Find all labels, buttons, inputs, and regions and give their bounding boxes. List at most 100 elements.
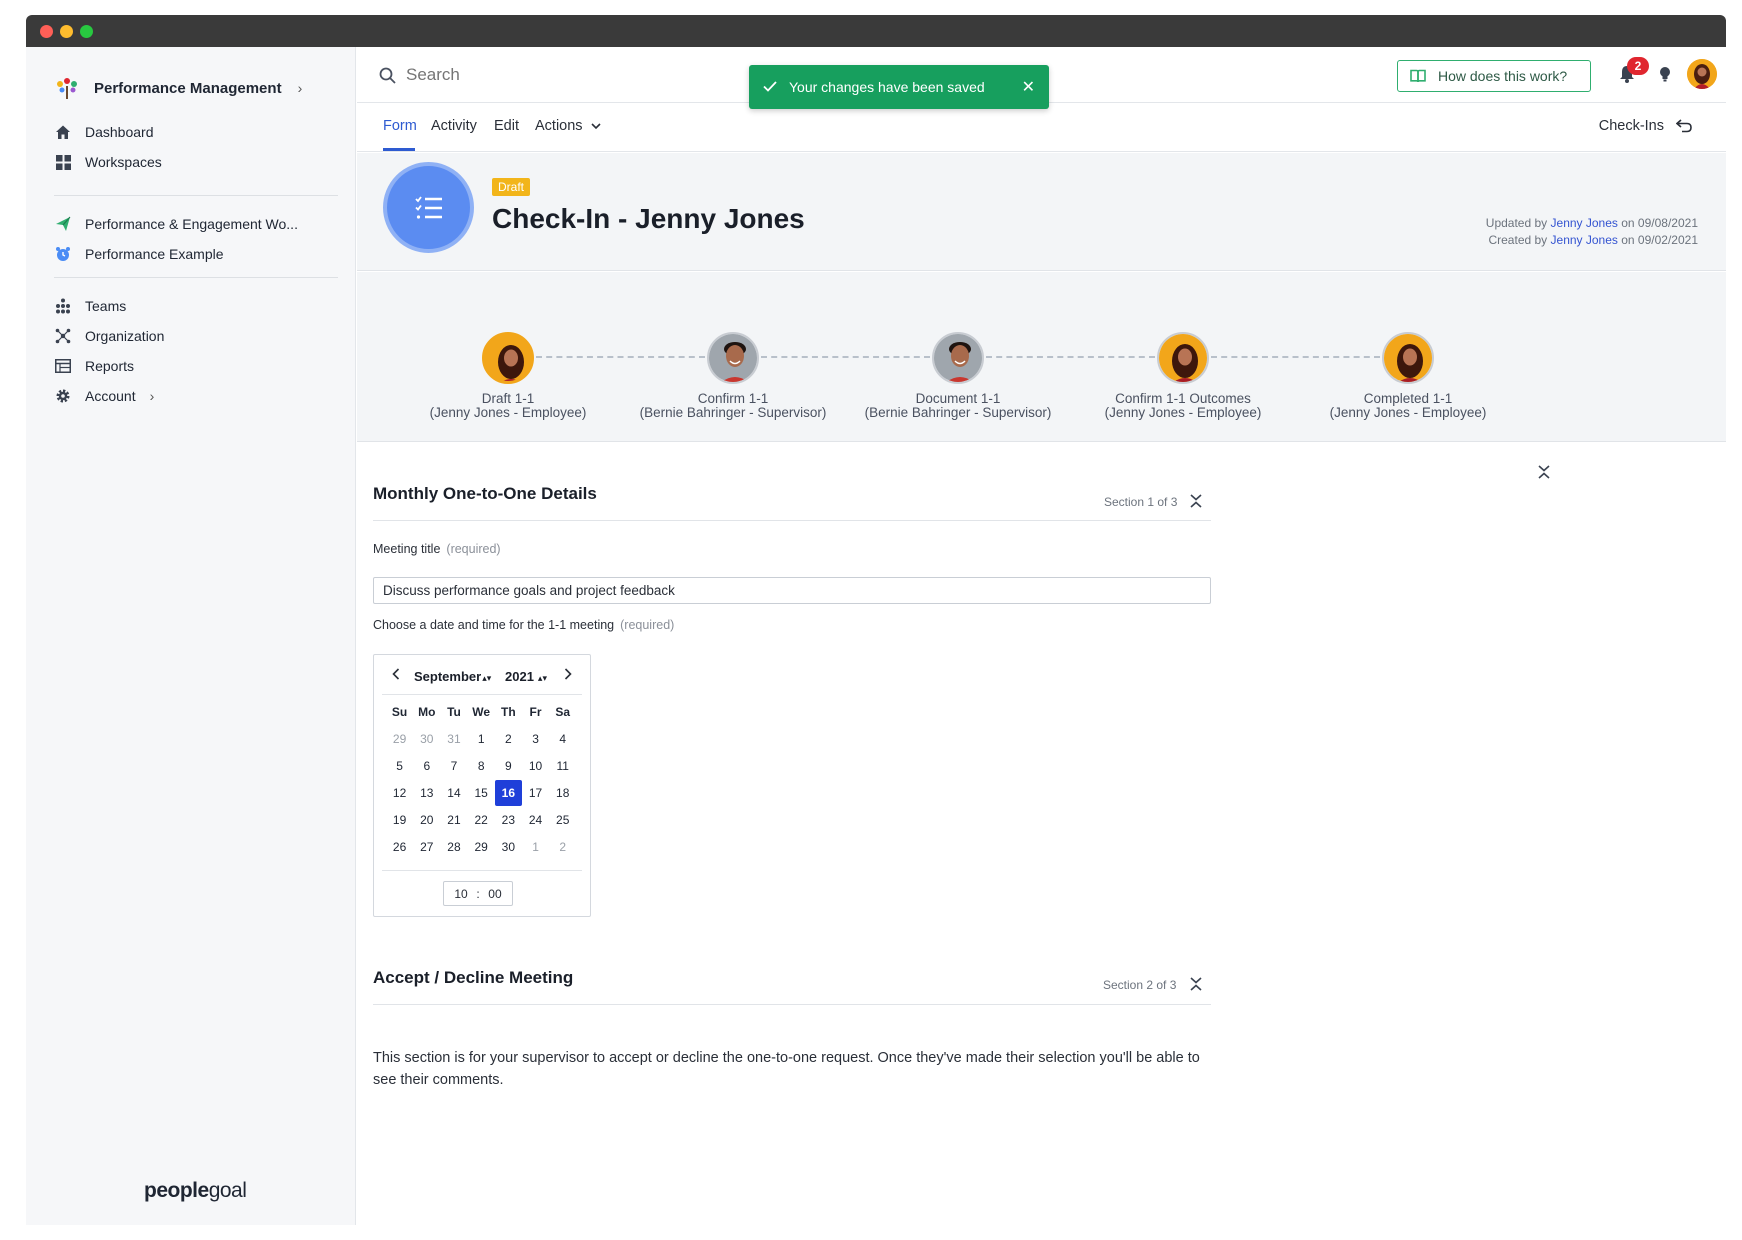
maximize-window-button[interactable] (80, 25, 93, 38)
step-assignee: (Jenny Jones - Employee) (429, 405, 587, 420)
sort-arrows-icon: ▴▾ (482, 673, 492, 683)
search-box[interactable] (379, 65, 606, 85)
calendar-day[interactable]: 19 (386, 807, 413, 833)
chevron-right-icon: › (149, 388, 155, 404)
calendar-day[interactable]: 28 (440, 834, 467, 860)
calendar-divider (382, 870, 582, 871)
hour-input[interactable]: 10 (454, 887, 467, 901)
user-avatar[interactable] (1687, 59, 1717, 89)
selected-day[interactable]: 16 (494, 779, 522, 806)
sidebar-item-organization[interactable]: Organization (54, 321, 164, 351)
active-tab-indicator (383, 148, 415, 151)
minimize-window-button[interactable] (60, 25, 73, 38)
calendar-day[interactable]: 21 (440, 807, 467, 833)
calendar-day[interactable]: 7 (440, 753, 467, 779)
organization-icon (54, 327, 72, 345)
step-label: Draft 1-1 (Jenny Jones - Employee) (388, 392, 628, 420)
calendar-day[interactable]: 18 (549, 780, 576, 806)
calendar-day[interactable]: 1 (522, 834, 549, 860)
alarm-clock-icon (54, 245, 72, 263)
sidebar-divider (54, 195, 338, 196)
workspace-nav: Performance & Engagement Wo... Performan… (54, 209, 298, 269)
calendar-day[interactable]: 31 (440, 726, 467, 752)
calendar-day[interactable]: 20 (413, 807, 440, 833)
collapse-all-icon[interactable] (1538, 465, 1550, 484)
tab-form[interactable]: Form (383, 118, 417, 134)
close-icon[interactable]: ✕ (1022, 77, 1035, 97)
calendar-day[interactable]: 4 (549, 726, 576, 752)
year-select[interactable]: 2021 ▴▾ (505, 669, 547, 684)
wordmark-part: goal (208, 1179, 247, 1202)
lightbulb-icon[interactable] (1659, 66, 1671, 87)
year-value: 2021 (505, 669, 534, 684)
calendar-day[interactable]: 5 (386, 753, 413, 779)
check-ins-back-link[interactable]: Check-Ins (1599, 118, 1692, 134)
calendar-day[interactable]: 12 (386, 780, 413, 806)
peoplegoal-wordmark: peoplegoal (144, 1179, 247, 1203)
close-window-button[interactable] (40, 25, 53, 38)
created-by-link[interactable]: Jenny Jones (1551, 233, 1618, 247)
time-input[interactable]: 10 : 00 (443, 881, 513, 906)
step-avatar (707, 332, 759, 384)
collapse-section-icon[interactable] (1190, 977, 1202, 996)
how-does-this-work-button[interactable]: How does this work? (1397, 60, 1591, 92)
calendar-day[interactable]: 22 (468, 807, 495, 833)
sidebar-item-performance-example[interactable]: Performance Example (54, 239, 298, 269)
tab-edit[interactable]: Edit (494, 118, 519, 134)
calendar-day[interactable]: 30 (413, 726, 440, 752)
record-meta: Updated by Jenny Jones on 09/08/2021 Cre… (1486, 215, 1698, 249)
app-switcher[interactable]: Performance Management › (54, 75, 302, 101)
required-indicator: (required) (620, 618, 675, 632)
calendar-day[interactable]: 15 (468, 780, 495, 806)
calendar-day[interactable]: 2 (495, 726, 522, 752)
sidebar-item-workspaces[interactable]: Workspaces (54, 147, 162, 177)
calendar-day[interactable]: 10 (522, 753, 549, 779)
weekday-label: Mo (418, 704, 436, 719)
calendar-day[interactable]: 23 (495, 807, 522, 833)
calendar-day[interactable]: 6 (413, 753, 440, 779)
search-input[interactable] (406, 65, 606, 85)
sidebar-item-reports[interactable]: Reports (54, 351, 164, 381)
calendar-day[interactable]: 9 (495, 753, 522, 779)
chevron-left-icon[interactable] (392, 668, 400, 683)
meeting-title-input[interactable]: Discuss performance goals and project fe… (373, 577, 1211, 604)
calendar-day[interactable]: 24 (522, 807, 549, 833)
tab-activity[interactable]: Activity (431, 118, 477, 134)
weekday-label: Su (391, 704, 408, 719)
section-divider (373, 1004, 1211, 1005)
sidebar-item-account[interactable]: Account › (54, 381, 164, 411)
calendar-day[interactable]: 27 (413, 834, 440, 860)
workflow-step: Document 1-1 (Bernie Bahringer - Supervis… (838, 332, 1078, 420)
calendar-day[interactable]: 26 (386, 834, 413, 860)
calendar-day[interactable]: 17 (522, 780, 549, 806)
calendar-day[interactable]: 1 (468, 726, 495, 752)
minute-input[interactable]: 00 (488, 887, 501, 901)
calendar-day[interactable]: 29 (386, 726, 413, 752)
calendar-day[interactable]: 30 (495, 834, 522, 860)
calendar-day[interactable]: 13 (413, 780, 440, 806)
calendar-day[interactable]: 11 (549, 753, 576, 779)
sidebar-divider (54, 277, 338, 278)
label-text: Choose a date and time for the 1-1 meeti… (373, 618, 615, 632)
month-select[interactable]: September▴▾ (414, 669, 491, 684)
meta-text: on 09/02/2021 (1621, 233, 1698, 247)
sidebar-item-teams[interactable]: Teams (54, 291, 164, 321)
sidebar-item-dashboard[interactable]: Dashboard (54, 117, 162, 147)
calendar-day[interactable]: 2 (549, 834, 576, 860)
collapse-section-icon[interactable] (1190, 494, 1202, 513)
sidebar-item-performance-engagement[interactable]: Performance & Engagement Wo... (54, 209, 298, 239)
chevron-right-icon[interactable] (564, 668, 572, 683)
updated-by-link[interactable]: Jenny Jones (1551, 216, 1618, 230)
calendar-day[interactable]: 25 (549, 807, 576, 833)
label-text: Meeting title (373, 542, 441, 556)
calendar-day[interactable]: 14 (440, 780, 467, 806)
tab-actions[interactable]: Actions (535, 118, 601, 134)
calendar-day[interactable]: 29 (468, 834, 495, 860)
workflow-step: Completed 1-1 (Jenny Jones - Employee) (1288, 332, 1528, 420)
home-icon (54, 123, 72, 141)
calendar-day[interactable]: 8 (468, 753, 495, 779)
week-row: 26 27 28 29 30 1 2 (386, 833, 582, 860)
calendar-day[interactable]: 3 (522, 726, 549, 752)
weekday-label: Fr (529, 704, 542, 719)
sidebar-item-label: Performance & Engagement Wo... (85, 216, 298, 232)
